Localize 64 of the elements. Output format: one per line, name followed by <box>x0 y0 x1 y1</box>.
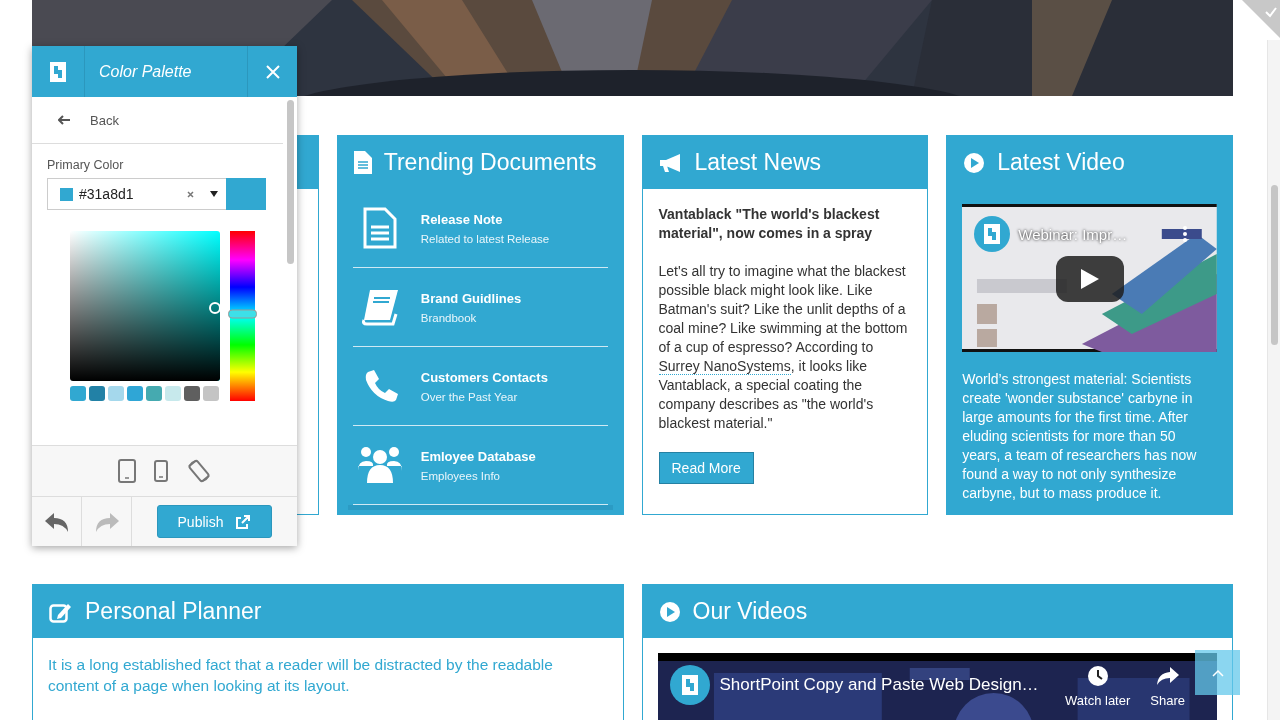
clear-icon[interactable] <box>187 190 194 198</box>
scroll-top-button[interactable] <box>1195 650 1240 695</box>
more-icon[interactable] <box>1183 226 1187 242</box>
document-subtitle: Over the Past Year <box>420 390 519 403</box>
color-swatch[interactable] <box>146 386 162 401</box>
external-link-icon <box>235 513 252 530</box>
document-subtitle: Brandbook <box>420 311 478 324</box>
video-title[interactable]: ShortPoint Copy and Paste Web Design… <box>719 675 1039 695</box>
logo-icon <box>983 223 1002 245</box>
card-title: Latest Video <box>997 149 1125 176</box>
scrollbar[interactable] <box>1267 40 1280 720</box>
color-swatch[interactable] <box>108 386 124 401</box>
news-link[interactable]: Surrey NanoSystems <box>658 358 791 375</box>
tablet-icon[interactable] <box>117 459 136 483</box>
video-title[interactable]: Webinar: Impr… <box>1018 226 1128 243</box>
card-title: Latest News <box>694 149 822 176</box>
color-swatch[interactable] <box>203 386 219 401</box>
hue-slider[interactable] <box>230 231 255 401</box>
panel-title: Color Palette <box>98 62 193 81</box>
redo-icon <box>93 510 120 533</box>
play-icon <box>963 151 986 174</box>
watch-later-button[interactable]: Watch later <box>1065 665 1131 708</box>
hue-thumb[interactable] <box>228 309 257 319</box>
phone-icon[interactable] <box>153 460 168 482</box>
book-icon <box>359 288 400 326</box>
megaphone-icon <box>658 152 683 173</box>
logo-icon <box>49 60 67 83</box>
close-icon <box>265 64 280 79</box>
document-subtitle: Employees Info <box>420 469 501 482</box>
color-swatch[interactable] <box>70 386 86 401</box>
saturation-picker[interactable] <box>70 231 220 381</box>
chevron-up-icon <box>1211 668 1224 677</box>
document-subtitle: Related to latest Release <box>420 232 550 245</box>
back-button[interactable]: Back <box>32 97 283 144</box>
corner-check-icon[interactable] <box>1242 0 1280 38</box>
back-arrow-icon <box>58 115 70 125</box>
field-label: Primary Color <box>47 158 125 172</box>
color-preview <box>226 178 266 210</box>
color-swatch[interactable] <box>184 386 200 401</box>
card-title: Trending Documents <box>383 149 597 176</box>
play-button[interactable] <box>1056 256 1125 302</box>
clock-icon <box>1086 665 1109 687</box>
news-text: Let's all try to imagine what the blackest possible black might look like. Like Batman's suit? Like the unlit depths of a coal mine? Like swimming at the bottom of a cup of espresso? According to Surrey NanoSystems, it looks like Vantablack, a special coating the company describes as "the world's blackest material." <box>658 262 909 433</box>
news-headline: Vantablack "The world's blackest material", now comes in a spray <box>658 205 881 243</box>
play-icon <box>658 600 681 623</box>
document-icon <box>353 151 372 174</box>
planner-text: It is a long established fact that a reader will be distracted by the readable content of a page when looking at its layout. <box>47 655 554 696</box>
people-icon <box>356 445 403 485</box>
rotate-icon[interactable] <box>185 458 212 484</box>
scrollbar-thumb[interactable] <box>1271 185 1278 345</box>
card-title: Personal Planner <box>85 598 262 625</box>
play-icon <box>1081 269 1100 289</box>
color-swatch[interactable] <box>89 386 105 401</box>
logo-icon <box>680 674 699 696</box>
video-description: World’s strongest material: Scientists create 'wonder substance' carbyne in large amounts for the first time. After eluding scientists for more than 50 years, a team of researchers has now found a way to not only synthesize carbyne, but to mass produce it. <box>962 370 1198 503</box>
share-button[interactable]: Share <box>1150 665 1185 708</box>
undo-icon <box>43 510 70 533</box>
card-title: Our Videos <box>692 598 808 625</box>
share-icon <box>1155 665 1180 687</box>
color-swatch[interactable] <box>165 386 181 401</box>
color-field[interactable]: #31a8d1 <box>47 178 226 210</box>
scrollbar-thumb[interactable] <box>287 100 294 264</box>
color-swatch[interactable] <box>127 386 143 401</box>
caret-icon[interactable] <box>210 191 218 197</box>
